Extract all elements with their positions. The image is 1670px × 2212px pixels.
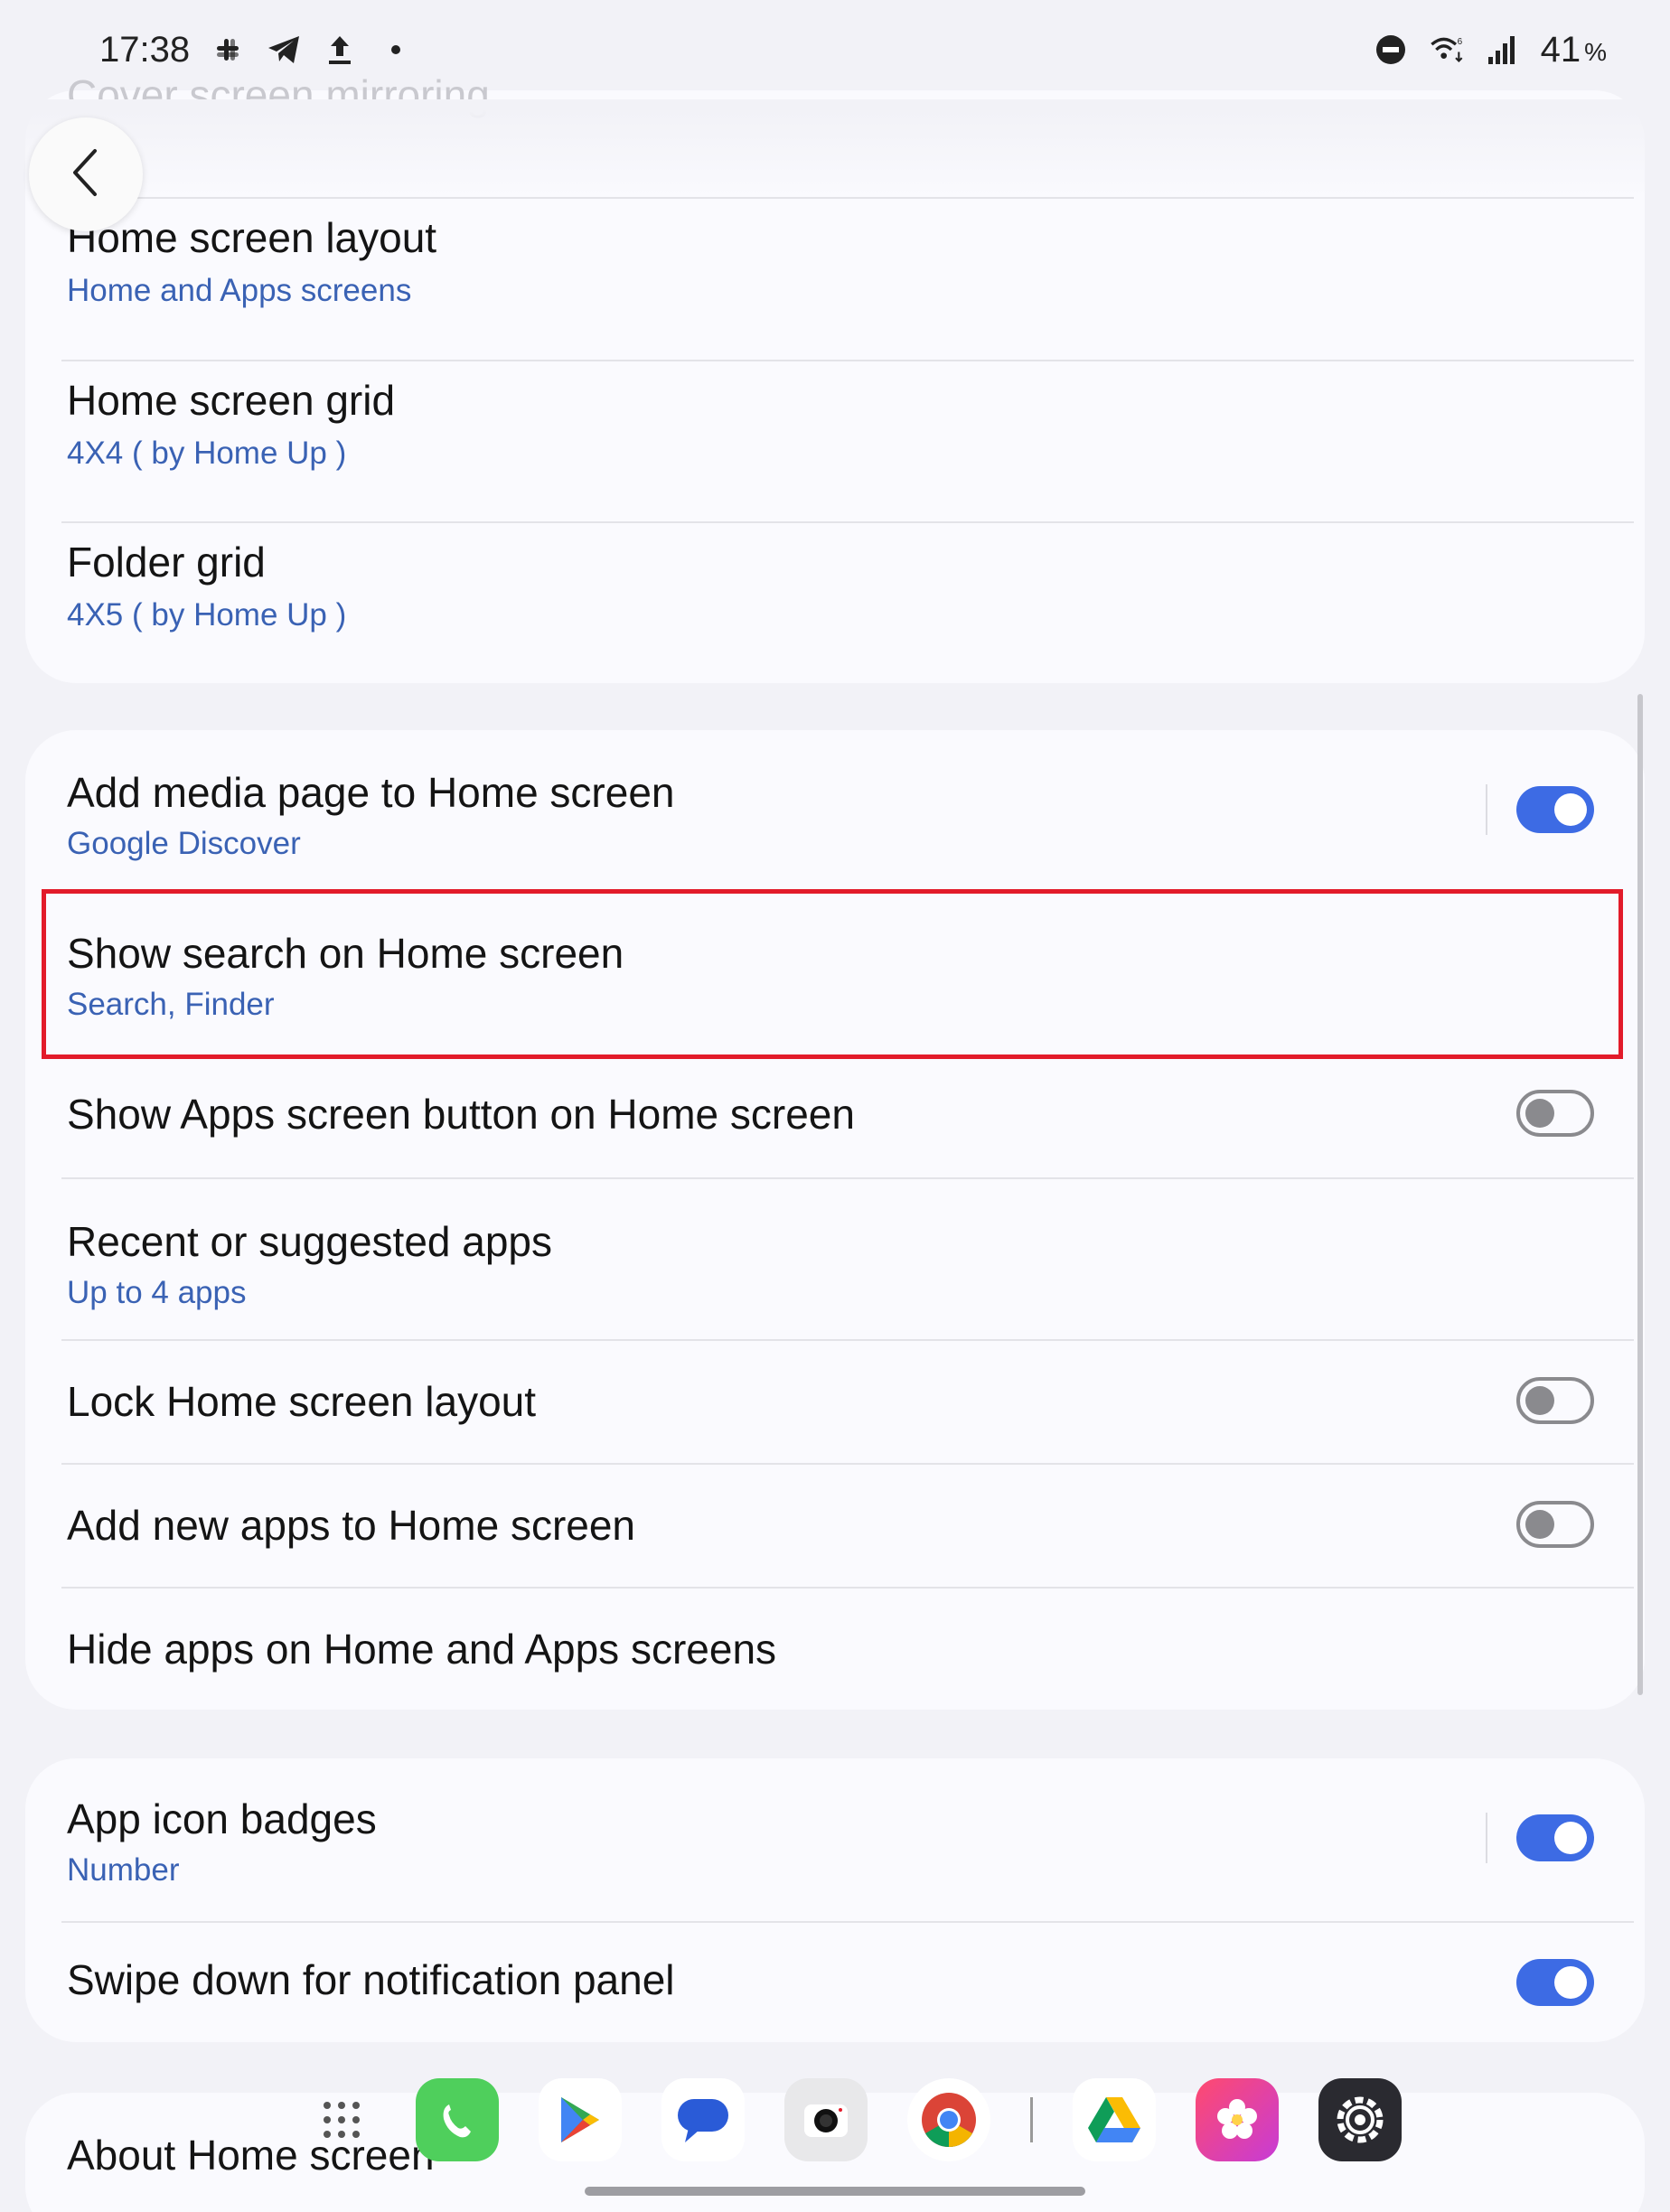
row-title: Lock Home screen layout: [67, 1378, 537, 1425]
battery-unit: %: [1584, 38, 1607, 66]
row-subtitle: Home and Apps screens: [67, 273, 412, 308]
scrollbar[interactable]: [1637, 694, 1643, 1695]
row-subtitle: 4X4 ( by Home Up ): [67, 436, 347, 471]
row-subtitle: Google Discover: [67, 826, 301, 861]
toggle-lock-layout[interactable]: [1516, 1377, 1594, 1424]
row-title: Home screen layout: [67, 214, 437, 261]
row-title: Swipe down for notification panel: [67, 1956, 675, 2003]
row-home-screen-layout[interactable]: Home screen layout Home and Apps screens: [25, 199, 1645, 360]
toggle-knob: [1525, 1099, 1554, 1128]
telegram-icon: [266, 32, 302, 68]
camera-app-icon[interactable]: [784, 2078, 868, 2161]
row-swipe-down[interactable]: Swipe down for notification panel: [25, 1923, 1645, 2042]
highlight-box: [42, 889, 1623, 1059]
divider-vertical: [1486, 1813, 1487, 1863]
status-right: 6 41 %: [1373, 30, 1607, 70]
top-fade: [0, 99, 1670, 199]
row-show-apps-button[interactable]: Show Apps screen button on Home screen: [25, 1052, 1645, 1178]
row-add-media-page[interactable]: Add media page to Home screen Google Dis…: [25, 730, 1645, 891]
signal-icon: [1485, 32, 1521, 68]
battery-level: 41: [1540, 29, 1581, 70]
row-hide-apps[interactable]: Hide apps on Home and Apps screens: [25, 1589, 1645, 1710]
row-subtitle: Up to 4 apps: [67, 1275, 247, 1310]
row-title: App icon badges: [67, 1795, 377, 1842]
status-left: 17:38: [99, 30, 414, 70]
status-time: 17:38: [99, 29, 191, 70]
row-folder-grid[interactable]: Folder grid 4X5 ( by Home Up ): [25, 523, 1645, 683]
row-title: Recent or suggested apps: [67, 1218, 553, 1265]
svg-text:6: 6: [1457, 37, 1462, 47]
wifi-6-icon: 6: [1429, 32, 1465, 68]
row-app-icon-badges[interactable]: App icon badges Number: [25, 1758, 1645, 1921]
dot-icon: [378, 32, 414, 68]
app-drawer-icon[interactable]: [307, 2078, 376, 2161]
phone-app-icon[interactable]: [416, 2078, 499, 2161]
settings-card-home: Add media page to Home screen Google Dis…: [25, 730, 1645, 1710]
settings-card-badges: App icon badges Number Swipe down for no…: [25, 1758, 1645, 2042]
settings-app-icon[interactable]: [1318, 2078, 1402, 2161]
back-button[interactable]: [29, 117, 143, 231]
toggle-app-icon-badges[interactable]: [1516, 1814, 1594, 1861]
divider-vertical: [1486, 784, 1487, 835]
play-store-icon[interactable]: [539, 2078, 622, 2161]
toggle-swipe-down[interactable]: [1516, 1959, 1594, 2006]
row-title: Add new apps to Home screen: [67, 1502, 636, 1549]
dock-separator: [1030, 2097, 1033, 2142]
gallery-app-icon[interactable]: [1196, 2078, 1279, 2161]
row-title: Hide apps on Home and Apps screens: [67, 1626, 777, 1673]
row-lock-layout[interactable]: Lock Home screen layout: [25, 1341, 1645, 1464]
chevron-left-icon: [68, 147, 104, 202]
toggle-knob: [1554, 1966, 1587, 1999]
toggle-knob: [1525, 1386, 1554, 1415]
status-bar: 17:38 6 41 %: [0, 0, 1670, 99]
row-subtitle: 4X5 ( by Home Up ): [67, 597, 347, 633]
toggle-show-apps-button[interactable]: [1516, 1090, 1594, 1137]
drive-app-icon[interactable]: [1073, 2078, 1156, 2161]
row-title: Home screen grid: [67, 377, 396, 424]
row-subtitle: Number: [67, 1852, 180, 1888]
home-indicator[interactable]: [585, 2187, 1085, 2196]
upload-icon: [322, 32, 358, 68]
row-title: Add media page to Home screen: [67, 769, 675, 816]
toggle-add-new-apps[interactable]: [1516, 1501, 1594, 1548]
toggle-knob: [1525, 1510, 1554, 1539]
row-recent-apps[interactable]: Recent or suggested apps Up to 4 apps: [25, 1179, 1645, 1340]
messages-app-icon[interactable]: [661, 2078, 745, 2161]
row-add-new-apps[interactable]: Add new apps to Home screen: [25, 1465, 1645, 1588]
toggle-add-media-page[interactable]: [1516, 786, 1594, 833]
row-home-screen-grid[interactable]: Home screen grid 4X4 ( by Home Up ): [25, 361, 1645, 522]
toggle-knob: [1554, 793, 1587, 826]
row-title: Show Apps screen button on Home screen: [67, 1091, 855, 1138]
do-not-disturb-icon: [1373, 32, 1409, 68]
row-title: Folder grid: [67, 539, 266, 586]
slack-icon: [210, 32, 246, 68]
taskbar-dock: [307, 2075, 1402, 2165]
chrome-app-icon[interactable]: [907, 2078, 990, 2161]
toggle-knob: [1554, 1822, 1587, 1854]
